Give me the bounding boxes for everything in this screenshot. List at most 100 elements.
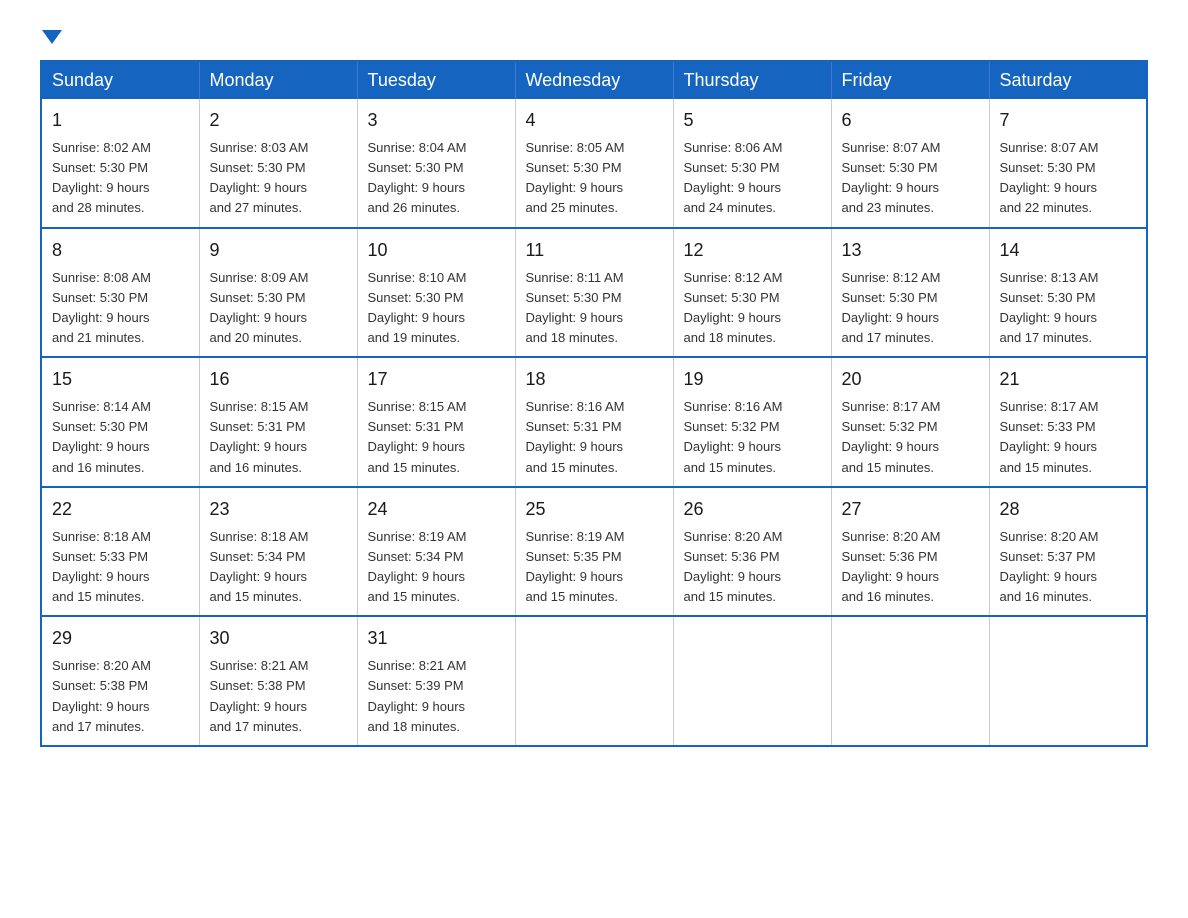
- day-number: 30: [210, 625, 347, 652]
- day-number: 2: [210, 107, 347, 134]
- day-info: Sunrise: 8:18 AM Sunset: 5:34 PM Dayligh…: [210, 527, 347, 608]
- calendar-cell: 30Sunrise: 8:21 AM Sunset: 5:38 PM Dayli…: [199, 616, 357, 746]
- day-number: 24: [368, 496, 505, 523]
- logo-triangle-icon: [42, 30, 62, 44]
- calendar-cell: 22Sunrise: 8:18 AM Sunset: 5:33 PM Dayli…: [41, 487, 199, 617]
- day-info: Sunrise: 8:15 AM Sunset: 5:31 PM Dayligh…: [210, 397, 347, 478]
- day-info: Sunrise: 8:20 AM Sunset: 5:36 PM Dayligh…: [684, 527, 821, 608]
- calendar-cell: 15 Sunrise: 8:14 AM Sunset: 5:30 PM Dayli…: [41, 357, 199, 487]
- day-number: 15: [52, 366, 189, 393]
- day-info: Sunrise: 8:19 AM Sunset: 5:34 PM Dayligh…: [368, 527, 505, 608]
- day-info: Sunrise: 8:19 AM Sunset: 5:35 PM Dayligh…: [526, 527, 663, 608]
- day-info: Sunrise: 8:11 AM Sunset: 5:30 PM Dayligh…: [526, 268, 663, 349]
- calendar-week-2: 8 Sunrise: 8:08 AM Sunset: 5:30 PM Daylig…: [41, 228, 1147, 358]
- day-info: Sunrise: 8:13 AM Sunset: 5:30 PM Dayligh…: [1000, 268, 1137, 349]
- day-info: Sunrise: 8:18 AM Sunset: 5:33 PM Dayligh…: [52, 527, 189, 608]
- day-info: Sunrise: 8:20 AM Sunset: 5:36 PM Dayligh…: [842, 527, 979, 608]
- day-info: Sunrise: 8:10 AM Sunset: 5:30 PM Dayligh…: [368, 268, 505, 349]
- day-info: Sunrise: 8:17 AM Sunset: 5:33 PM Dayligh…: [1000, 397, 1137, 478]
- logo: [40, 30, 62, 40]
- day-info: Sunrise: 8:15 AM Sunset: 5:31 PM Dayligh…: [368, 397, 505, 478]
- day-info: Sunrise: 8:07 AM Sunset: 5:30 PM Dayligh…: [842, 138, 979, 219]
- page-header: [40, 30, 1148, 40]
- day-info: Sunrise: 8:16 AM Sunset: 5:31 PM Dayligh…: [526, 397, 663, 478]
- day-info: Sunrise: 8:06 AM Sunset: 5:30 PM Dayligh…: [684, 138, 821, 219]
- day-number: 18: [526, 366, 663, 393]
- calendar-cell: [989, 616, 1147, 746]
- day-number: 28: [1000, 496, 1137, 523]
- calendar-cell: [673, 616, 831, 746]
- calendar-cell: 2 Sunrise: 8:03 AM Sunset: 5:30 PM Daylig…: [199, 99, 357, 228]
- day-info: Sunrise: 8:12 AM Sunset: 5:30 PM Dayligh…: [842, 268, 979, 349]
- calendar-week-1: 1Sunrise: 8:02 AM Sunset: 5:30 PM Daylig…: [41, 99, 1147, 228]
- day-info: Sunrise: 8:03 AM Sunset: 5:30 PM Dayligh…: [210, 138, 347, 219]
- day-info: Sunrise: 8:07 AM Sunset: 5:30 PM Dayligh…: [1000, 138, 1137, 219]
- day-info: Sunrise: 8:17 AM Sunset: 5:32 PM Dayligh…: [842, 397, 979, 478]
- day-number: 6: [842, 107, 979, 134]
- calendar-cell: 18 Sunrise: 8:16 AM Sunset: 5:31 PM Dayli…: [515, 357, 673, 487]
- calendar-cell: [515, 616, 673, 746]
- day-number: 3: [368, 107, 505, 134]
- calendar-cell: 19 Sunrise: 8:16 AM Sunset: 5:32 PM Dayli…: [673, 357, 831, 487]
- day-info: Sunrise: 8:16 AM Sunset: 5:32 PM Dayligh…: [684, 397, 821, 478]
- calendar-week-3: 15 Sunrise: 8:14 AM Sunset: 5:30 PM Dayli…: [41, 357, 1147, 487]
- day-number: 11: [526, 237, 663, 264]
- day-number: 17: [368, 366, 505, 393]
- day-number: 20: [842, 366, 979, 393]
- day-number: 1: [52, 107, 189, 134]
- calendar-cell: 27 Sunrise: 8:20 AM Sunset: 5:36 PM Dayli…: [831, 487, 989, 617]
- day-number: 31: [368, 625, 505, 652]
- day-number: 8: [52, 237, 189, 264]
- calendar-week-5: 29 Sunrise: 8:20 AM Sunset: 5:38 PM Dayli…: [41, 616, 1147, 746]
- calendar-cell: 16 Sunrise: 8:15 AM Sunset: 5:31 PM Dayli…: [199, 357, 357, 487]
- calendar-cell: 1Sunrise: 8:02 AM Sunset: 5:30 PM Daylig…: [41, 99, 199, 228]
- day-number: 10: [368, 237, 505, 264]
- day-number: 23: [210, 496, 347, 523]
- day-number: 7: [1000, 107, 1137, 134]
- calendar-cell: 7 Sunrise: 8:07 AM Sunset: 5:30 PM Daylig…: [989, 99, 1147, 228]
- day-number: 16: [210, 366, 347, 393]
- calendar-cell: 17 Sunrise: 8:15 AM Sunset: 5:31 PM Dayli…: [357, 357, 515, 487]
- calendar-cell: 31 Sunrise: 8:21 AM Sunset: 5:39 PM Dayli…: [357, 616, 515, 746]
- day-number: 4: [526, 107, 663, 134]
- day-number: 27: [842, 496, 979, 523]
- calendar-cell: 8 Sunrise: 8:08 AM Sunset: 5:30 PM Daylig…: [41, 228, 199, 358]
- day-number: 13: [842, 237, 979, 264]
- calendar-cell: 24 Sunrise: 8:19 AM Sunset: 5:34 PM Dayli…: [357, 487, 515, 617]
- day-number: 5: [684, 107, 821, 134]
- weekday-header-monday: Monday: [199, 61, 357, 99]
- weekday-header-thursday: Thursday: [673, 61, 831, 99]
- calendar-week-4: 22Sunrise: 8:18 AM Sunset: 5:33 PM Dayli…: [41, 487, 1147, 617]
- day-info: Sunrise: 8:20 AM Sunset: 5:38 PM Dayligh…: [52, 656, 189, 737]
- calendar-cell: 4Sunrise: 8:05 AM Sunset: 5:30 PM Daylig…: [515, 99, 673, 228]
- day-info: Sunrise: 8:08 AM Sunset: 5:30 PM Dayligh…: [52, 268, 189, 349]
- day-info: Sunrise: 8:14 AM Sunset: 5:30 PM Dayligh…: [52, 397, 189, 478]
- calendar-cell: 29 Sunrise: 8:20 AM Sunset: 5:38 PM Dayli…: [41, 616, 199, 746]
- calendar-cell: 14 Sunrise: 8:13 AM Sunset: 5:30 PM Dayli…: [989, 228, 1147, 358]
- day-info: Sunrise: 8:21 AM Sunset: 5:39 PM Dayligh…: [368, 656, 505, 737]
- calendar-cell: 11 Sunrise: 8:11 AM Sunset: 5:30 PM Dayli…: [515, 228, 673, 358]
- calendar-cell: 26Sunrise: 8:20 AM Sunset: 5:36 PM Dayli…: [673, 487, 831, 617]
- day-info: Sunrise: 8:20 AM Sunset: 5:37 PM Dayligh…: [1000, 527, 1137, 608]
- day-number: 25: [526, 496, 663, 523]
- day-info: Sunrise: 8:04 AM Sunset: 5:30 PM Dayligh…: [368, 138, 505, 219]
- day-number: 29: [52, 625, 189, 652]
- calendar-cell: 3 Sunrise: 8:04 AM Sunset: 5:30 PM Daylig…: [357, 99, 515, 228]
- calendar-cell: 6 Sunrise: 8:07 AM Sunset: 5:30 PM Daylig…: [831, 99, 989, 228]
- calendar-cell: 13 Sunrise: 8:12 AM Sunset: 5:30 PM Dayli…: [831, 228, 989, 358]
- day-number: 9: [210, 237, 347, 264]
- calendar-cell: 20 Sunrise: 8:17 AM Sunset: 5:32 PM Dayli…: [831, 357, 989, 487]
- calendar-cell: 12Sunrise: 8:12 AM Sunset: 5:30 PM Dayli…: [673, 228, 831, 358]
- day-number: 14: [1000, 237, 1137, 264]
- calendar-cell: 23 Sunrise: 8:18 AM Sunset: 5:34 PM Dayli…: [199, 487, 357, 617]
- weekday-header-tuesday: Tuesday: [357, 61, 515, 99]
- calendar-cell: 28 Sunrise: 8:20 AM Sunset: 5:37 PM Dayli…: [989, 487, 1147, 617]
- calendar-cell: 25 Sunrise: 8:19 AM Sunset: 5:35 PM Dayli…: [515, 487, 673, 617]
- calendar-cell: 21 Sunrise: 8:17 AM Sunset: 5:33 PM Dayli…: [989, 357, 1147, 487]
- weekday-header-wednesday: Wednesday: [515, 61, 673, 99]
- calendar-cell: 10 Sunrise: 8:10 AM Sunset: 5:30 PM Dayli…: [357, 228, 515, 358]
- day-number: 19: [684, 366, 821, 393]
- calendar-cell: 9Sunrise: 8:09 AM Sunset: 5:30 PM Daylig…: [199, 228, 357, 358]
- day-info: Sunrise: 8:12 AM Sunset: 5:30 PM Dayligh…: [684, 268, 821, 349]
- day-number: 21: [1000, 366, 1137, 393]
